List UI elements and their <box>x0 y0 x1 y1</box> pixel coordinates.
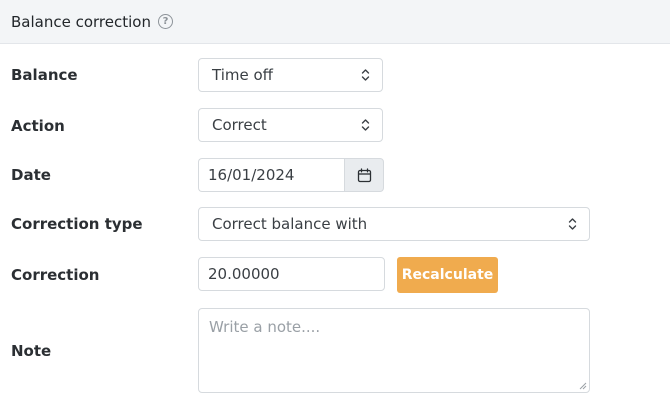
chevron-up-down-icon <box>361 69 370 81</box>
recalculate-button[interactable]: Recalculate <box>397 257 498 293</box>
action-label: Action <box>11 117 65 135</box>
correction-type-select-value: Correct balance with <box>212 215 368 233</box>
date-input-value: 16/01/2024 <box>208 166 295 184</box>
balance-label: Balance <box>11 66 78 84</box>
date-picker-button[interactable] <box>344 158 384 192</box>
note-label: Note <box>11 342 52 360</box>
correction-input[interactable]: 20.00000 <box>198 257 385 291</box>
chevron-up-down-icon <box>568 218 577 230</box>
panel-header: Balance correction ? <box>0 0 670 44</box>
note-textarea[interactable]: Write a note.... <box>198 308 590 393</box>
date-label: Date <box>11 166 51 184</box>
note-placeholder: Write a note.... <box>209 318 321 336</box>
balance-select-value: Time off <box>212 66 273 84</box>
resize-grip-icon[interactable] <box>579 382 587 390</box>
correction-type-select[interactable]: Correct balance with <box>198 207 590 241</box>
action-select-value: Correct <box>212 116 267 134</box>
date-input[interactable]: 16/01/2024 <box>198 158 345 192</box>
correction-type-label: Correction type <box>11 215 143 233</box>
correction-input-value: 20.00000 <box>208 265 280 283</box>
help-icon[interactable]: ? <box>157 14 173 29</box>
chevron-up-down-icon <box>361 119 370 131</box>
correction-label: Correction <box>11 266 100 284</box>
page-title: Balance correction <box>11 12 151 31</box>
calendar-icon <box>357 167 371 182</box>
action-select[interactable]: Correct <box>198 108 383 142</box>
balance-select[interactable]: Time off <box>198 58 383 92</box>
